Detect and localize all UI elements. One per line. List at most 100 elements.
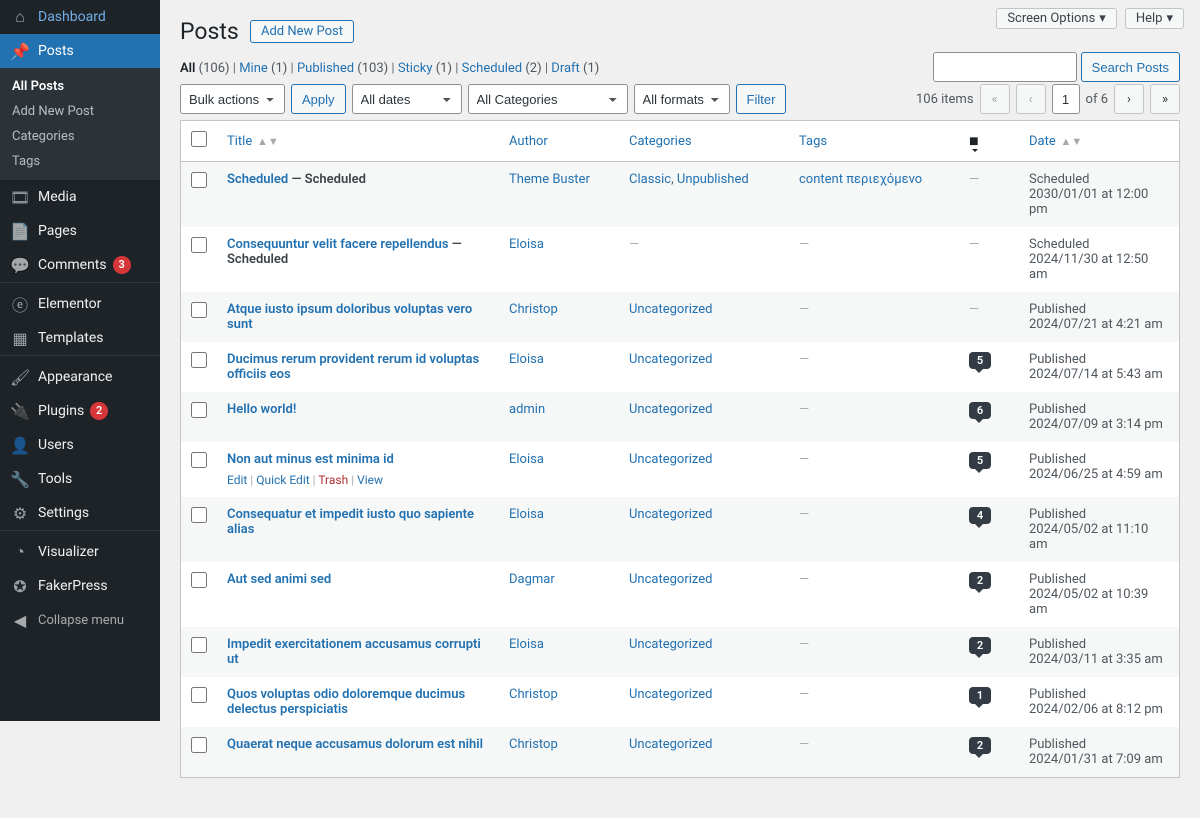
view-filter-published[interactable]: Published (103) xyxy=(297,61,388,76)
apply-bulk-button[interactable]: Apply xyxy=(291,84,346,114)
category-link[interactable]: Uncategorized xyxy=(629,302,712,317)
author-link[interactable]: Christop xyxy=(509,687,558,702)
post-title-link[interactable]: Consequuntur velit facere repellendus xyxy=(227,237,449,252)
sidebar-item-collapse-menu[interactable]: ◀Collapse menu xyxy=(0,603,160,637)
col-title[interactable]: Title ▲▼ xyxy=(217,121,499,162)
select-row-checkbox[interactable] xyxy=(191,507,207,523)
current-page-input[interactable] xyxy=(1052,84,1080,114)
author-link[interactable]: Eloisa xyxy=(509,507,544,522)
select-row-checkbox[interactable] xyxy=(191,172,207,188)
sidebar-item-fakerpress[interactable]: ✪FakerPress xyxy=(0,569,160,603)
post-title-link[interactable]: Aut sed animi sed xyxy=(227,572,331,587)
select-row-checkbox[interactable] xyxy=(191,637,207,653)
post-title-link[interactable]: Impedit exercitationem accusamus corrupt… xyxy=(227,637,481,667)
select-row-checkbox[interactable] xyxy=(191,687,207,703)
sidebar-item-templates[interactable]: ▦Templates xyxy=(0,321,160,355)
row-action-view[interactable]: View xyxy=(357,473,383,487)
row-action-quick-edit[interactable]: Quick Edit xyxy=(256,473,309,487)
comment-count[interactable]: 1 xyxy=(969,687,991,704)
tag-link[interactable]: content xyxy=(799,172,843,187)
row-action-edit[interactable]: Edit xyxy=(227,473,247,487)
col-date[interactable]: Date ▲▼ xyxy=(1019,121,1179,162)
select-all-checkbox[interactable] xyxy=(191,131,207,147)
tag-link[interactable]: περιεχόμενο xyxy=(846,172,922,187)
col-comments[interactable]: ■ xyxy=(959,121,1019,162)
search-posts-button[interactable]: Search Posts xyxy=(1081,52,1180,82)
category-link[interactable]: Uncategorized xyxy=(629,572,712,587)
sidebar-item-appearance[interactable]: 🖌Appearance xyxy=(0,360,160,394)
filter-categories-select[interactable]: All Categories xyxy=(468,84,628,114)
post-title-link[interactable]: Ducimus rerum provident rerum id volupta… xyxy=(227,352,479,382)
category-link[interactable]: Uncategorized xyxy=(629,737,712,752)
author-link[interactable]: admin xyxy=(509,402,545,417)
category-link[interactable]: Uncategorized xyxy=(629,402,712,417)
category-link[interactable]: Uncategorized xyxy=(629,637,712,652)
select-row-checkbox[interactable] xyxy=(191,352,207,368)
view-filter-draft[interactable]: Draft (1) xyxy=(551,61,599,76)
author-link[interactable]: Dagmar xyxy=(509,572,555,587)
post-title-link[interactable]: Atque iusto ipsum doloribus voluptas ver… xyxy=(227,302,472,332)
comment-count[interactable]: 6 xyxy=(969,402,991,419)
post-title-link[interactable]: Consequatur et impedit iusto quo sapient… xyxy=(227,507,474,537)
author-link[interactable]: Eloisa xyxy=(509,352,544,367)
filter-button[interactable]: Filter xyxy=(736,84,787,114)
category-link[interactable]: Uncategorized xyxy=(629,507,712,522)
post-title-link[interactable]: Hello world! xyxy=(227,402,296,417)
next-page-button[interactable]: › xyxy=(1114,84,1144,114)
sidebar-item-users[interactable]: 👤Users xyxy=(0,428,160,462)
author-link[interactable]: Eloisa xyxy=(509,452,544,467)
author-link[interactable]: Theme Buster xyxy=(509,172,590,187)
sidebar-subitem-categories[interactable]: Categories xyxy=(0,124,160,149)
post-title-link[interactable]: Quaerat neque accusamus dolorum est nihi… xyxy=(227,737,483,752)
filter-dates-select[interactable]: All dates xyxy=(352,84,462,114)
sidebar-item-media[interactable]: 🎞Media xyxy=(0,180,160,214)
sidebar-item-visualizer[interactable]: ◔Visualizer xyxy=(0,535,160,569)
sidebar-item-dashboard[interactable]: ⌂Dashboard xyxy=(0,0,160,34)
category-link[interactable]: Classic xyxy=(629,172,671,187)
sidebar-item-elementor[interactable]: ⓔElementor xyxy=(0,287,160,321)
sidebar-subitem-tags[interactable]: Tags xyxy=(0,149,160,174)
category-link[interactable]: Unpublished xyxy=(677,172,749,187)
add-new-post-button[interactable]: Add New Post xyxy=(250,20,354,43)
author-link[interactable]: Eloisa xyxy=(509,237,544,252)
comment-count[interactable]: 2 xyxy=(969,737,991,754)
view-filter-sticky[interactable]: Sticky (1) xyxy=(398,61,452,76)
sidebar-item-plugins[interactable]: 🔌Plugins2 xyxy=(0,394,160,428)
select-row-checkbox[interactable] xyxy=(191,402,207,418)
select-row-checkbox[interactable] xyxy=(191,237,207,253)
row-action-trash[interactable]: Trash xyxy=(318,473,348,487)
search-posts-input[interactable] xyxy=(933,52,1077,82)
sidebar-item-pages[interactable]: 📄Pages xyxy=(0,214,160,248)
comment-count[interactable]: 5 xyxy=(969,352,991,369)
post-title-link[interactable]: Non aut minus est minima id xyxy=(227,452,394,467)
post-title-link[interactable]: Quos voluptas odio doloremque ducimus de… xyxy=(227,687,465,717)
select-row-checkbox[interactable] xyxy=(191,452,207,468)
first-page-button[interactable]: « xyxy=(980,84,1010,114)
sidebar-item-settings[interactable]: ⚙Settings xyxy=(0,496,160,530)
comment-count[interactable]: 5 xyxy=(969,452,991,469)
sidebar-subitem-add-new-post[interactable]: Add New Post xyxy=(0,99,160,124)
sidebar-subitem-all-posts[interactable]: All Posts xyxy=(0,74,160,99)
category-link[interactable]: Uncategorized xyxy=(629,352,712,367)
author-link[interactable]: Christop xyxy=(509,302,558,317)
filter-formats-select[interactable]: All formats xyxy=(634,84,730,114)
view-filter-scheduled[interactable]: Scheduled (2) xyxy=(462,61,542,76)
comment-count[interactable]: 4 xyxy=(969,507,991,524)
view-filter-mine[interactable]: Mine (1) xyxy=(239,61,287,76)
comment-count[interactable]: 2 xyxy=(969,637,991,654)
sidebar-item-tools[interactable]: 🔧Tools xyxy=(0,462,160,496)
post-title-link[interactable]: Scheduled xyxy=(227,172,288,187)
comment-count[interactable]: 2 xyxy=(969,572,991,589)
select-row-checkbox[interactable] xyxy=(191,737,207,753)
category-link[interactable]: Uncategorized xyxy=(629,687,712,702)
prev-page-button[interactable]: ‹ xyxy=(1016,84,1046,114)
category-link[interactable]: Uncategorized xyxy=(629,452,712,467)
bulk-actions-select[interactable]: Bulk actions xyxy=(180,84,285,114)
sidebar-item-posts[interactable]: 📌Posts xyxy=(0,34,160,68)
view-filter-all[interactable]: All (106) xyxy=(180,61,230,76)
author-link[interactable]: Christop xyxy=(509,737,558,752)
sidebar-item-comments[interactable]: 💬Comments3 xyxy=(0,248,160,282)
select-row-checkbox[interactable] xyxy=(191,572,207,588)
select-row-checkbox[interactable] xyxy=(191,302,207,318)
author-link[interactable]: Eloisa xyxy=(509,637,544,652)
